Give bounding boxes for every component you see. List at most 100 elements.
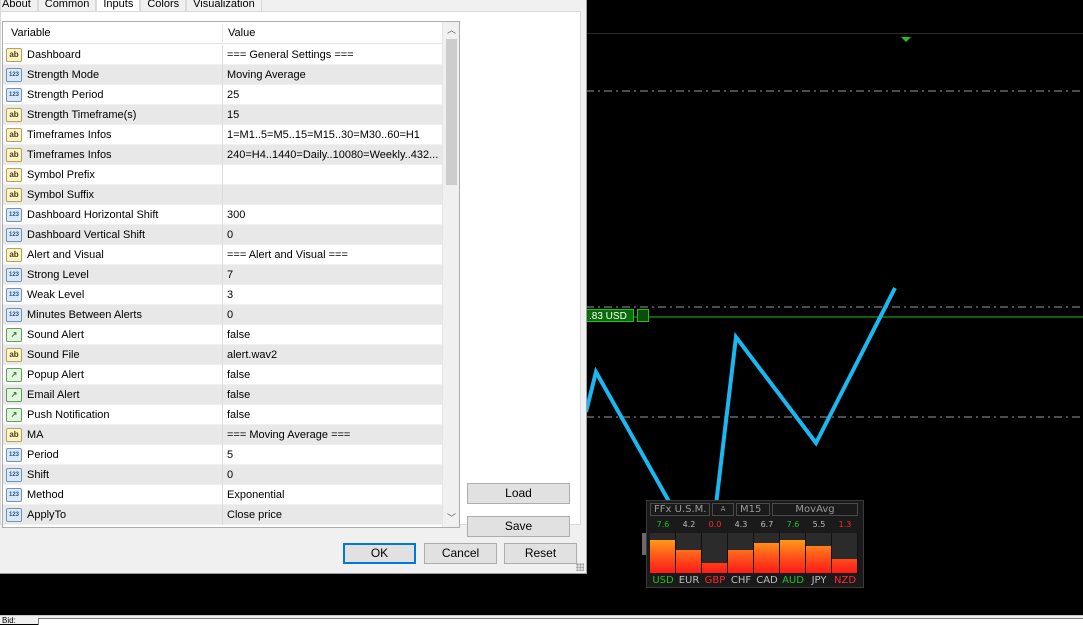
input-value-field[interactable]: === Moving Average === (227, 425, 439, 445)
input-value-field[interactable]: false (227, 385, 439, 405)
string-type-icon: ab (6, 128, 22, 142)
dashboard-timeframe: M15 (736, 503, 770, 516)
input-value-field[interactable]: 7 (227, 265, 439, 285)
input-row[interactable]: ab Timeframes Infos 240=H4..1440=Daily..10… (3, 145, 442, 165)
input-value-field[interactable]: 5 (227, 445, 439, 465)
input-row[interactable]: 123 Period 5 (3, 445, 442, 465)
row-separator (222, 405, 223, 425)
input-value-field[interactable]: 0 (227, 465, 439, 485)
scroll-thumb[interactable] (446, 39, 457, 185)
grid-header: Variable Value (3, 22, 442, 44)
input-variable-name: Strength Mode (27, 69, 100, 81)
numeric-type-icon: 123 (6, 228, 22, 242)
input-value-field[interactable]: === General Settings === (227, 45, 439, 65)
input-row[interactable]: ab Timeframes Infos 1=M1..5=M5..15=M15..30… (3, 125, 442, 145)
row-separator (222, 325, 223, 345)
input-row[interactable]: 123 Dashboard Horizontal Shift 300 (3, 205, 442, 225)
currency-strength-bar (780, 533, 806, 573)
input-variable-name: Dashboard Vertical Shift (27, 229, 146, 241)
input-row[interactable]: ab MA === Moving Average === (3, 425, 442, 445)
input-value-field[interactable]: false (227, 325, 439, 345)
dashboard-title: FFx U.S.M. (650, 503, 710, 516)
input-row[interactable]: ↗ Email Alert false (3, 385, 442, 405)
currency-strength-fill (780, 540, 805, 573)
input-row[interactable]: ab Strength Timeframe(s) 15 (3, 105, 442, 125)
numeric-type-icon: 123 (6, 448, 22, 462)
input-value-field[interactable]: 240=H4..1440=Daily..10080=Weekly..432... (227, 145, 439, 165)
input-variable-name: ApplyTo (27, 509, 67, 521)
input-row[interactable]: ab Sound File alert.wav2 (3, 345, 442, 365)
numeric-type-icon: 123 (6, 308, 22, 322)
row-separator (222, 85, 223, 105)
input-row[interactable]: 123 Strength Mode Moving Average (3, 65, 442, 85)
resize-grip[interactable] (576, 563, 584, 571)
input-variable-name: Email Alert (27, 389, 80, 401)
input-value-field[interactable]: Moving Average (227, 65, 439, 85)
scroll-up-arrow-icon[interactable]: ︿ (443, 22, 459, 39)
row-separator (222, 485, 223, 505)
input-row[interactable]: ↗ Sound Alert false (3, 325, 442, 345)
currency-name: EUR (678, 575, 700, 586)
save-button[interactable]: Save (467, 516, 570, 537)
input-variable-name: Strength Timeframe(s) (27, 109, 137, 121)
load-button[interactable]: Load (467, 483, 570, 504)
input-row[interactable]: 123 Dashboard Vertical Shift 0 (3, 225, 442, 245)
input-value-field[interactable]: === Alert and Visual === (227, 245, 439, 265)
currency-strength-value: 0.0 (708, 520, 722, 529)
input-value-field[interactable]: false (227, 405, 439, 425)
input-value-field[interactable]: alert.wav2 (227, 345, 439, 365)
input-value-field[interactable]: 300 (227, 205, 439, 225)
input-row[interactable]: ab Dashboard === General Settings === (3, 45, 442, 65)
input-value-field[interactable]: 1=M1..5=M5..15=M15..30=M30..60=H1 (227, 125, 439, 145)
input-row[interactable]: ab Symbol Prefix (3, 165, 442, 185)
input-row[interactable]: ab Symbol Suffix (3, 185, 442, 205)
dashboard-currencies: USD EUR GBP CHF CAD AUD JPY NZD (650, 574, 860, 587)
currency-strength-bar (832, 533, 858, 573)
input-variable-name: Minutes Between Alerts (27, 309, 142, 321)
column-header-variable[interactable]: Variable (11, 22, 51, 44)
price-label-handle[interactable] (637, 309, 649, 322)
input-value-field[interactable]: 3 (227, 285, 439, 305)
currency-strength-value: 4.3 (734, 520, 748, 529)
input-row[interactable]: ↗ Push Notification false (3, 405, 442, 425)
input-value-field[interactable]: 0 (227, 305, 439, 325)
input-row[interactable]: 123 ApplyTo Close price (3, 505, 442, 525)
row-separator (222, 225, 223, 245)
dashboard-header: FFx U.S.M. A M15 MovAvg (650, 503, 860, 516)
input-row[interactable]: 123 Weak Level 3 (3, 285, 442, 305)
input-variable-name: MA (27, 429, 44, 441)
bottom-toolbar: Bid: (0, 615, 1083, 625)
ok-button[interactable]: OK (343, 543, 416, 564)
reset-button[interactable]: Reset (504, 543, 577, 564)
row-separator (222, 365, 223, 385)
grid-vertical-scrollbar[interactable]: ︿ ﹀ (442, 22, 459, 527)
input-value-field[interactable]: Exponential (227, 485, 439, 505)
dashboard-mode[interactable]: A (712, 503, 734, 516)
input-row[interactable]: 123 Shift 0 (3, 465, 442, 485)
row-separator (222, 425, 223, 445)
column-separator[interactable] (222, 24, 223, 42)
input-value-field[interactable]: 25 (227, 85, 439, 105)
row-separator (222, 345, 223, 365)
input-row[interactable]: ab Alert and Visual === Alert and Visual =… (3, 245, 442, 265)
input-variable-name: Shift (27, 469, 50, 481)
currency-name: CHF (730, 575, 752, 586)
input-row[interactable]: 123 Strong Level 7 (3, 265, 442, 285)
input-row[interactable]: 123 Minutes Between Alerts 0 (3, 305, 442, 325)
input-value-field[interactable]: 0 (227, 225, 439, 245)
column-header-value[interactable]: Value (228, 22, 255, 44)
input-variable-name: Period (27, 449, 59, 461)
scroll-down-arrow-icon[interactable]: ﹀ (443, 510, 459, 527)
input-value-field[interactable]: false (227, 365, 439, 385)
row-separator (222, 285, 223, 305)
input-value-field[interactable]: Close price (227, 505, 439, 525)
row-separator (222, 105, 223, 125)
input-value-field[interactable]: 15 (227, 105, 439, 125)
currency-strength-value: 6.7 (760, 520, 774, 529)
input-row[interactable]: ↗ Popup Alert false (3, 365, 442, 385)
input-row[interactable]: 123 Strength Period 25 (3, 85, 442, 105)
cancel-button[interactable]: Cancel (424, 543, 497, 564)
grid-rows: ab Dashboard === General Settings === 123 St… (3, 45, 442, 525)
currency-name: AUD (782, 575, 804, 586)
input-row[interactable]: 123 Method Exponential (3, 485, 442, 505)
